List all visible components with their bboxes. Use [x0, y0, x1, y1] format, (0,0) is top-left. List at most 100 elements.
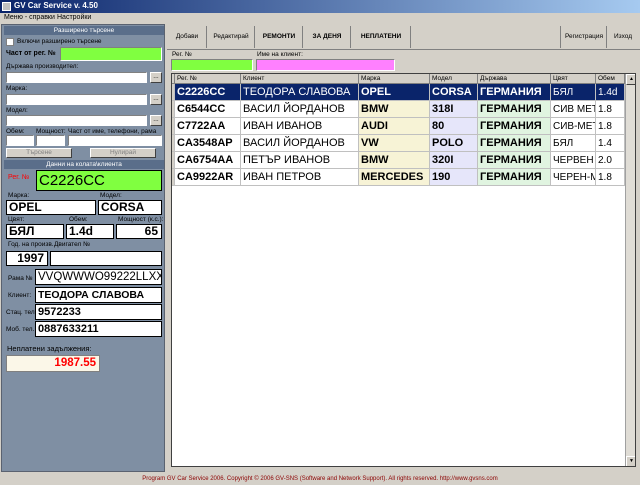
- column-make[interactable]: Марка: [359, 74, 430, 84]
- table-cell: ГЕРМАНИЯ: [478, 169, 551, 186]
- table-cell: C6544CC: [175, 101, 241, 118]
- unpaid-amount-field: 1987.55: [6, 355, 100, 372]
- table-cell: CA6754AA: [175, 152, 241, 169]
- power-filter-input[interactable]: [36, 135, 65, 146]
- reset-button[interactable]: Нулирай: [90, 148, 156, 158]
- table-row[interactable]: CA9922AR ИВАН ПЕТРОВ MERCEDES 190 ГЕРМАНИЯ ЧЕ…: [172, 169, 635, 186]
- table-cell: СИВ МЕТ: [551, 101, 596, 118]
- year-label: Год. на произв.: [8, 241, 54, 248]
- add-button[interactable]: Добави: [169, 26, 205, 48]
- scroll-down-icon[interactable]: ▼: [626, 456, 635, 466]
- table-empty-area: [172, 186, 625, 466]
- client-field[interactable]: ТЕОДОРА СЛАВОВА: [35, 287, 162, 303]
- table-cell: ЧЕРЕН-М: [551, 169, 596, 186]
- engine-field[interactable]: [50, 251, 162, 266]
- left-panel: Разширено търсене Включи разширено търсе…: [1, 24, 165, 472]
- manufacturer-country-browse-button[interactable]: ...: [150, 72, 162, 83]
- table-cell: ВАСИЛ ЙОРДАНОВ: [241, 135, 359, 152]
- manufacturer-country-label: Държава производител:: [6, 63, 79, 70]
- frame-field[interactable]: VVQWWWO99222LLXX: [35, 269, 162, 285]
- vehicle-data-header: Данни на колата\клиента: [4, 160, 164, 169]
- model-browse-button[interactable]: ...: [150, 115, 162, 126]
- table-cell: 318I: [430, 101, 478, 118]
- column-client[interactable]: Клиент: [241, 74, 359, 84]
- reg-number-label: Рег. №: [8, 174, 30, 181]
- volume-filter-label: Обем:: [6, 128, 25, 135]
- model-field[interactable]: CORSA: [98, 200, 162, 215]
- reg-number-field[interactable]: C2226CC: [36, 170, 162, 191]
- table-row[interactable]: CA6754AA ПЕТЪР ИВАНОВ BMW 320I ГЕРМАНИЯ ЧЕРВЕ…: [172, 152, 635, 169]
- table-cell: VW: [359, 135, 430, 152]
- mobile-phone-field[interactable]: 0887633211: [35, 321, 162, 337]
- table-cell: C2226CC: [175, 84, 241, 101]
- column-reg[interactable]: Рег. №: [175, 74, 241, 84]
- power-field[interactable]: 65: [116, 224, 162, 239]
- advanced-search-header: Разширено търсене: [4, 26, 164, 35]
- register-button[interactable]: Регистрация: [563, 26, 605, 48]
- scroll-up-icon[interactable]: ▲: [626, 74, 635, 85]
- column-country[interactable]: Държава: [478, 74, 551, 84]
- table-cell: 190: [430, 169, 478, 186]
- vertical-scrollbar[interactable]: ▲ ▼: [625, 74, 635, 466]
- table-cell: ВАСИЛ ЙОРДАНОВ: [241, 101, 359, 118]
- table-cell: MERCEDES: [359, 169, 430, 186]
- table-cell: ИВАН ИВАНОВ: [241, 118, 359, 135]
- unpaid-button[interactable]: НЕПЛАТЕНИ: [353, 26, 409, 48]
- repairs-button[interactable]: РЕМОНТИ: [257, 26, 301, 48]
- home-phone-field[interactable]: 9572233: [35, 304, 162, 320]
- enable-advanced-label: Включи разширено търсене: [17, 38, 102, 45]
- table-cell: CA9922AR: [175, 169, 241, 186]
- menu-settings[interactable]: Настройки: [57, 14, 91, 21]
- table-cell: BMW: [359, 101, 430, 118]
- toolbar-separator: [254, 26, 255, 48]
- table-row[interactable]: C2226CC ТЕОДОРА СЛАВОВА OPEL CORSA ГЕРМАНИЯ Б…: [172, 84, 635, 101]
- make-browse-button[interactable]: ...: [150, 94, 162, 105]
- model-filter-label: Модел:: [6, 107, 28, 114]
- client-filter-input[interactable]: [256, 59, 395, 71]
- toolbar-separator: [302, 26, 303, 48]
- part-name-filter-input[interactable]: [68, 135, 162, 146]
- make-filter-input[interactable]: [6, 94, 147, 105]
- volume-label: Обем:: [69, 216, 88, 223]
- menu-reports[interactable]: Меню - справки: [4, 14, 55, 21]
- search-button[interactable]: Търсене: [6, 148, 72, 158]
- volume-field[interactable]: 1.4d: [66, 224, 114, 239]
- reg-filter-input[interactable]: [171, 59, 253, 71]
- volume-filter-input[interactable]: [6, 135, 34, 146]
- make-field[interactable]: OPEL: [6, 200, 96, 215]
- year-field[interactable]: 1997: [6, 251, 48, 266]
- column-color[interactable]: Цвят: [551, 74, 596, 84]
- table-cell: 320I: [430, 152, 478, 169]
- table-row[interactable]: C7722AA ИВАН ИВАНОВ AUDI 80 ГЕРМАНИЯ СИВ-МЕТ 1…: [172, 118, 635, 135]
- table-row[interactable]: CA3548AP ВАСИЛ ЙОРДАНОВ VW POLO ГЕРМАНИЯ БЯЛ 1…: [172, 135, 635, 152]
- table-cell: БЯЛ: [551, 135, 596, 152]
- column-volume[interactable]: Обем: [596, 74, 625, 84]
- toolbar-divider: [167, 49, 640, 50]
- table-row[interactable]: C6544CC ВАСИЛ ЙОРДАНОВ BMW 318I ГЕРМАНИЯ СИВ …: [172, 101, 635, 118]
- table-cell: 1.8: [596, 101, 625, 118]
- toolbar-separator: [606, 26, 607, 48]
- make-label: Марка:: [8, 192, 30, 199]
- window-title: GV Car Service v. 4.50: [14, 1, 98, 10]
- model-label: Модел:: [100, 192, 122, 199]
- table-cell: AUDI: [359, 118, 430, 135]
- edit-button[interactable]: Редактирай: [209, 26, 253, 48]
- home-phone-label: Стац. тел.: [6, 309, 37, 316]
- exit-button[interactable]: Изход: [609, 26, 637, 48]
- table-cell: ПЕТЪР ИВАНОВ: [241, 152, 359, 169]
- table-cell: 1.8: [596, 118, 625, 135]
- daily-button[interactable]: ЗА ДЕНЯ: [305, 26, 349, 48]
- table-cell: ЧЕРВЕН: [551, 152, 596, 169]
- toolbar-separator: [560, 26, 561, 48]
- table-cell: 2.0: [596, 152, 625, 169]
- toolbar-separator: [410, 26, 411, 48]
- column-model[interactable]: Модел: [430, 74, 478, 84]
- color-field[interactable]: БЯЛ: [6, 224, 64, 239]
- power-filter-label: Мощност:: [36, 128, 66, 135]
- table-cell: 80: [430, 118, 478, 135]
- manufacturer-country-input[interactable]: [6, 72, 147, 83]
- part-reg-input[interactable]: [60, 47, 162, 61]
- enable-advanced-checkbox[interactable]: [6, 38, 14, 46]
- table-cell: 1.4: [596, 135, 625, 152]
- model-filter-input[interactable]: [6, 115, 147, 126]
